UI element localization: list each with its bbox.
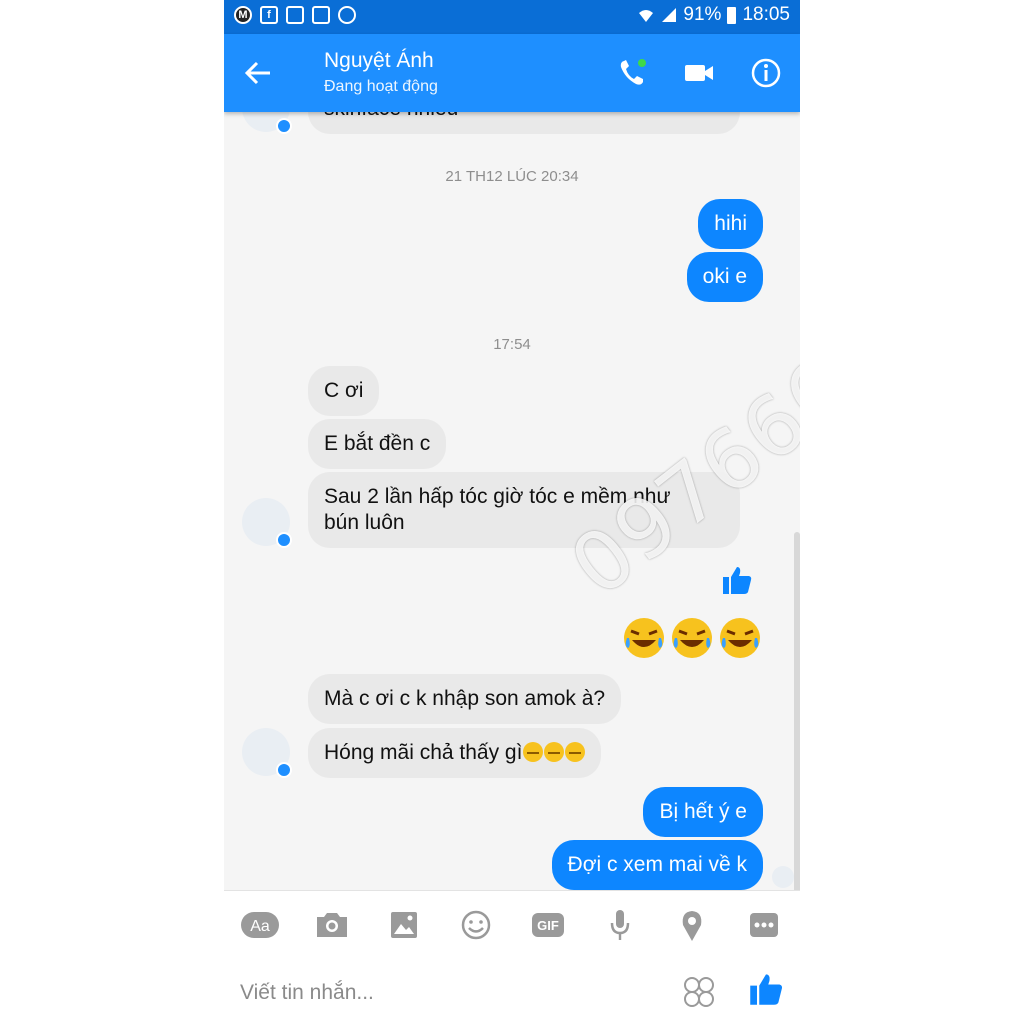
messenger-screen: M f 91% 18:05 Nguyệt Ánh Đang hoạt động	[224, 0, 800, 1024]
message-outgoing[interactable]: oki e	[686, 252, 763, 302]
message-input[interactable]: Viết tin nhắn...	[240, 981, 374, 1005]
message-outgoing[interactable]: Đợi c xem mai về k	[551, 840, 763, 890]
messenger-badge-icon	[276, 762, 292, 778]
battery-percent: 91%	[683, 4, 722, 25]
instagram-icon	[312, 6, 330, 24]
message-line: Sau 2 lần hấp tóc giờ tóc e mềm như	[324, 485, 671, 508]
message-line: bún luôn	[324, 511, 405, 534]
active-status: Đang hoạt động	[324, 78, 438, 95]
battery-icon	[727, 6, 737, 24]
info-icon[interactable]	[749, 56, 783, 90]
facebook-icon: f	[260, 6, 278, 24]
contact-name[interactable]: Nguyệt Ánh	[324, 49, 434, 73]
contact-avatar[interactable]	[242, 728, 292, 778]
message-incoming[interactable]: E bắt đền c	[308, 419, 447, 469]
message-text: Hóng mãi chả thấy gì	[324, 741, 523, 764]
aa-label: Aa	[250, 918, 270, 935]
signal-icon	[662, 8, 677, 22]
gif-label: GIF	[537, 918, 559, 933]
status-bar: M f 91% 18:05	[224, 0, 800, 34]
composer: Aa GIF Viết tin nhắn...	[224, 890, 800, 1024]
sticker-icon[interactable]	[682, 975, 716, 1009]
laughing-emoji-icon	[720, 618, 760, 658]
gif-icon[interactable]: GIF	[528, 907, 568, 943]
clock: 18:05	[742, 4, 790, 25]
camera-icon[interactable]	[312, 907, 352, 943]
expressionless-emoji-icon	[565, 742, 586, 762]
message-incoming[interactable]: Mà c ơi c k nhập son amok à?	[308, 674, 622, 724]
message-incoming[interactable]: Hóng mãi chả thấy gì	[308, 728, 602, 778]
wifi-icon	[639, 10, 654, 22]
laughing-emoji-icon	[624, 618, 664, 658]
contact-avatar[interactable]	[242, 498, 292, 548]
expressionless-emoji-icon	[523, 742, 544, 762]
message-list[interactable]: skinface nhiều 21 TH12 LÚC 20:34 hihi ok…	[224, 112, 800, 890]
text-format-button[interactable]: Aa	[240, 907, 280, 943]
contact-avatar[interactable]	[242, 112, 292, 134]
phone-icon[interactable]	[616, 56, 650, 90]
app-notification-icon: M	[234, 6, 252, 24]
like-icon	[723, 567, 752, 594]
notification-icons: M f	[234, 6, 356, 24]
back-arrow-icon[interactable]	[244, 60, 272, 86]
conversation-header: Nguyệt Ánh Đang hoạt động	[224, 34, 800, 112]
message-incoming[interactable]: skinface nhiều	[308, 112, 740, 134]
messenger-badge-icon	[276, 118, 292, 134]
message-outgoing[interactable]: Bị hết ý e	[643, 787, 763, 837]
scrollbar[interactable]	[794, 532, 800, 890]
spiral-icon	[338, 6, 356, 24]
message-incoming[interactable]: C ơi	[308, 366, 380, 416]
laughing-emoji-icon	[672, 618, 712, 658]
gallery-icon	[286, 6, 304, 24]
microphone-icon[interactable]	[600, 907, 640, 943]
timestamp: 17:54	[493, 336, 531, 353]
more-icon[interactable]	[744, 907, 784, 943]
message-incoming[interactable]: Sau 2 lần hấp tóc giờ tóc e mềm như bún …	[308, 472, 740, 548]
seen-avatar	[772, 866, 794, 888]
system-indicators: 91% 18:05	[637, 4, 790, 26]
message-outgoing[interactable]: hihi	[698, 199, 763, 249]
messenger-badge-icon	[276, 532, 292, 548]
timestamp: 21 TH12 LÚC 20:34	[445, 168, 579, 185]
location-icon[interactable]	[672, 907, 712, 943]
video-icon[interactable]	[682, 56, 716, 90]
image-icon[interactable]	[384, 907, 424, 943]
expressionless-emoji-icon	[544, 742, 565, 762]
like-icon[interactable]	[748, 971, 784, 1007]
emoji-icon[interactable]	[456, 907, 496, 943]
